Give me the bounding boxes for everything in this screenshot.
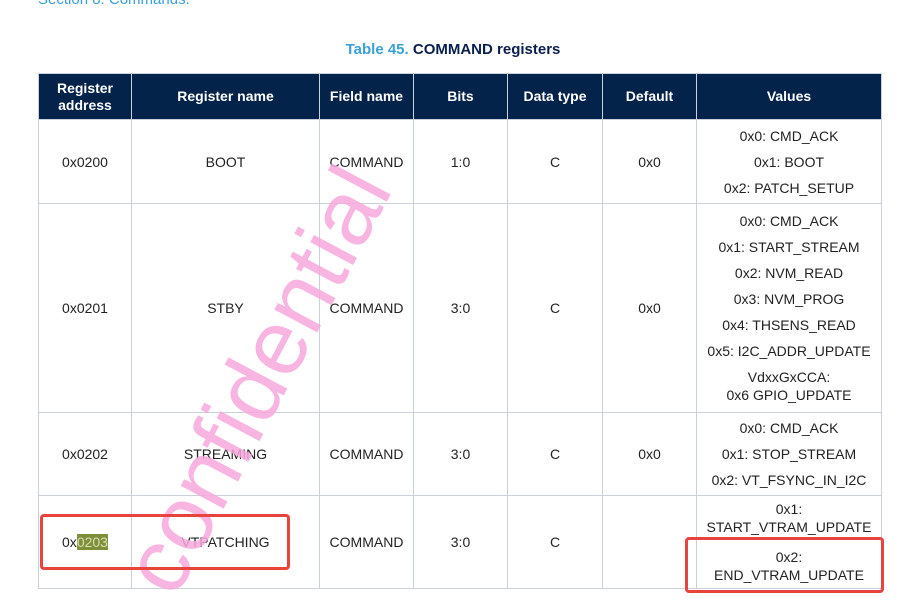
cell-type: C [507, 119, 603, 204]
cell-bits: 3:0 [413, 495, 508, 589]
cell-field: COMMAND [319, 119, 414, 204]
cell-field: COMMAND [319, 412, 414, 496]
cell-name: STREAMING [131, 412, 320, 496]
value-item: VdxxGxCCA: [747, 369, 831, 385]
cell-field: COMMAND [319, 203, 414, 413]
cell-bits: 1:0 [413, 119, 508, 204]
cell-address: 0x0201 [38, 203, 132, 413]
cell-default [602, 495, 697, 589]
header-values: Values [696, 73, 882, 120]
value-item: 0x2: NVM_READ [734, 265, 844, 281]
section-link[interactable]: Section 8: Commands. [38, 0, 190, 8]
value-item: 0x0: CMD_ACK [739, 213, 839, 229]
cell-type: C [507, 495, 603, 589]
table-row: 0x0202 STREAMING COMMAND 3:0 C 0x0 0x0: … [38, 412, 882, 496]
cell-default: 0x0 [602, 119, 697, 204]
value-item: 0x6 GPIO_UPDATE [726, 387, 852, 403]
table-caption: Table 45. COMMAND registers [0, 41, 906, 58]
cell-field: COMMAND [319, 495, 414, 589]
cell-name: BOOT [131, 119, 320, 204]
cell-name: STBY [131, 203, 320, 413]
value-item: 0x2: VT_FSYNC_IN_I2C [711, 472, 867, 488]
cell-address: 0x0200 [38, 119, 132, 204]
value-item: 0x1: START_STREAM [718, 239, 860, 255]
value-item: 0x0: CMD_ACK [739, 420, 839, 436]
annotation-box-register [40, 514, 290, 570]
header-field-name: Field name [319, 73, 414, 120]
value-item: 0x1: STOP_STREAM [721, 446, 857, 462]
value-item: 0x3: NVM_PROG [733, 291, 845, 307]
cell-values: 0x0: CMD_ACK 0x1: START_STREAM 0x2: NVM_… [696, 203, 882, 413]
header-data-type: Data type [507, 73, 603, 120]
table-row: 0x0201 STBY COMMAND 3:0 C 0x0 0x0: CMD_A… [38, 203, 882, 413]
value-item: 0x4: THSENS_READ [722, 317, 856, 333]
value-item: 0x2: PATCH_SETUP [723, 179, 855, 196]
cell-address: 0x0202 [38, 412, 132, 496]
cell-default: 0x0 [602, 412, 697, 496]
cell-default: 0x0 [602, 203, 697, 413]
command-registers-table: Register address Register name Field nam… [38, 73, 882, 589]
header-default: Default [602, 73, 697, 120]
value-item: 0x0: CMD_ACK [739, 127, 839, 144]
cell-type: C [507, 203, 603, 413]
cell-bits: 3:0 [413, 203, 508, 413]
header-register-address: Register address [38, 73, 132, 120]
table-number: Table 45. [345, 41, 409, 58]
value-item: START_VTRAM_UPDATE [706, 519, 872, 535]
value-item: 0x1: BOOT [753, 153, 825, 170]
cell-values: 0x0: CMD_ACK 0x1: BOOT 0x2: PATCH_SETUP [696, 119, 882, 204]
cell-type: C [507, 412, 603, 496]
header-bits: Bits [413, 73, 508, 120]
value-item: 0x1: [775, 501, 803, 517]
header-register-name: Register name [131, 73, 320, 120]
cell-bits: 3:0 [413, 412, 508, 496]
annotation-box-value [685, 537, 884, 593]
table-title: COMMAND registers [412, 41, 561, 58]
cell-values: 0x0: CMD_ACK 0x1: STOP_STREAM 0x2: VT_FS… [696, 412, 882, 496]
header-row: Register address Register name Field nam… [38, 73, 882, 120]
value-item: 0x5: I2C_ADDR_UPDATE [707, 343, 871, 359]
table-row: 0x0200 BOOT COMMAND 1:0 C 0x0 0x0: CMD_A… [38, 119, 882, 204]
